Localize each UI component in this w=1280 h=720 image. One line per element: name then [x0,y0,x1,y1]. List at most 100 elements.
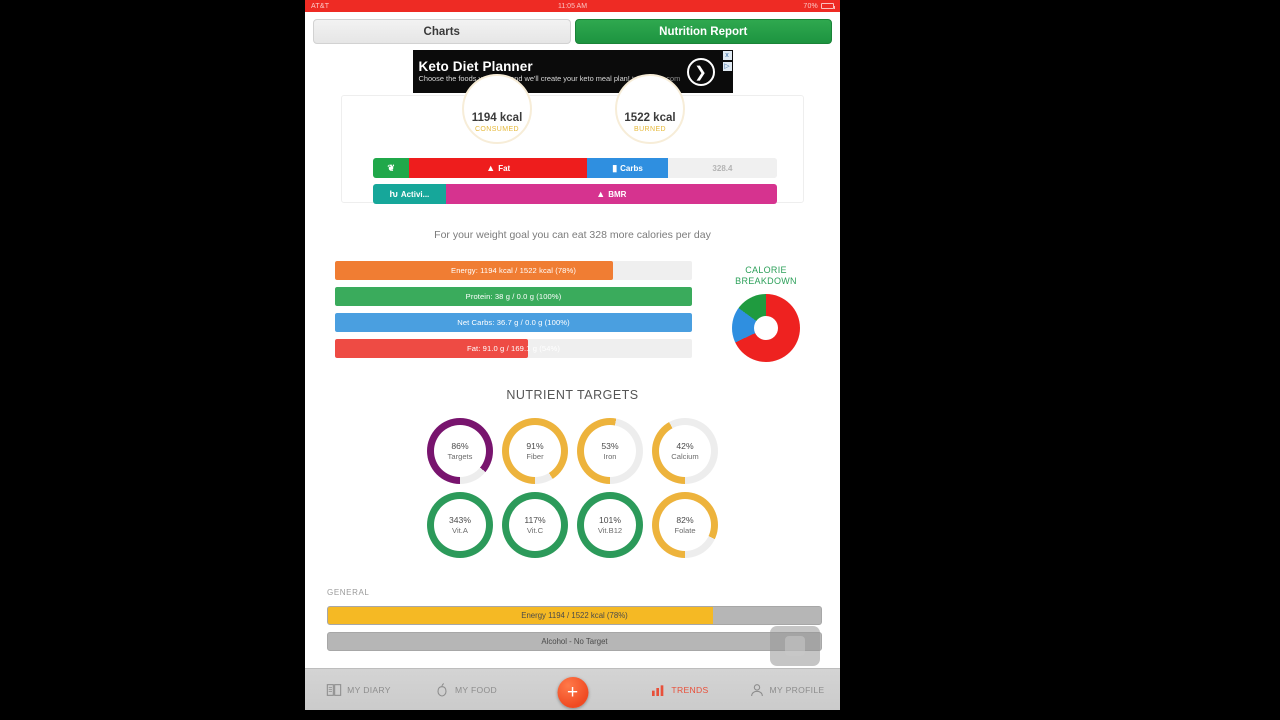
calorie-breakdown-title: CALORIE BREAKDOWN [735,265,797,287]
macro-segment-fat: ▲ Fat [409,158,588,178]
macro-segment-activity: ƕ Activi... [373,184,446,204]
nutrient-target-cell: 343% Vit.A [423,492,498,558]
macro-segment-label: BMR [608,189,627,199]
macro-bar-fat-label: Fat: 91.0 g / 169.1 g (54%) [466,344,561,353]
macro-segment-label: Fat [498,163,511,173]
nutrient-ring-name: Fiber [526,451,544,461]
book-icon [326,683,342,696]
macro-bar-net-carbs[interactable]: Net Carbs: 36.7 g / 0.0 g (100%) [335,313,692,332]
tab-nutrition-report[interactable]: Nutrition Report [574,19,832,44]
nutrient-ring-name: Vit.A [452,525,468,535]
general-section-header: GENERAL [327,588,370,597]
nutrient-ring-labels: 82% Folate [674,515,695,536]
nutrient-ring-percent: 82% [676,514,694,525]
nutrient-ring-vitb12[interactable]: 101% Vit.B12 [577,492,643,558]
tab-charts[interactable]: Charts [313,19,571,44]
status-bar-time: 11:05 AM [557,2,588,10]
macro-bar-energy-label: Energy: 1194 kcal / 1522 kcal (78%) [451,266,576,275]
nutrient-ring-folate[interactable]: 82% Folate [652,492,718,558]
consumed-value: 1194 kcal [471,112,523,124]
nutrient-target-cell: 53% Iron [573,418,648,484]
goal-note: For your weight goal you can eat 328 mor… [434,229,711,241]
burned-value: 1522 kcal [624,112,676,124]
ad-badges: x ▷ [722,51,732,71]
nutrient-target-cell: 101% Vit.B12 [573,492,648,558]
nutrient-ring-name: Vit.B12 [597,525,623,535]
droplet-icon: ▮ [612,162,618,173]
battery-icon [821,3,835,9]
tab-my-profile[interactable]: MY PROFILE [733,669,840,710]
ad-title: Keto Diet Planner [418,59,533,75]
calorie-breakdown-widget: CALORIE BREAKDOWN [710,261,822,362]
macro-progress-list: Energy: 1194 kcal / 1522 kcal (78%) Prote… [335,261,710,365]
nutrient-ring-vitc[interactable]: 117% Vit.C [502,492,568,558]
macro-segment-carbs: ▮ Carbs [587,158,668,178]
nutrient-targets-grid: 86% Targets 91% Fiber 53% Iron 42% Calcium 343% V… [423,418,723,558]
nutrient-ring-targets[interactable]: 86% Targets [427,418,493,484]
person-icon: ƕ [389,188,398,199]
macro-bar-protein[interactable]: Protein: 38 g / 0.0 g (100%) [335,287,692,306]
apple-icon [437,682,447,697]
screen: AT&T 11:05 AM 70% Charts Nutrition Repor… [0,0,1280,720]
chevron-right-icon[interactable]: ❯ [686,57,715,86]
burned-label: BURNED [634,126,666,133]
nutrient-ring-labels: 91% Fiber [526,441,543,462]
macro-segment-remaining: 328.4 [667,158,777,178]
macro-segment-label: Carbs [620,163,643,173]
tab-trends-label: TRENDS [671,684,709,695]
macro-segment-protein: ❦ [373,158,410,178]
nutrient-ring-name: Iron [603,451,617,461]
bottom-tab-bar: MY DIARY MY FOOD TRENDS MY PROFILE + [305,668,840,710]
status-bar: AT&T 11:05 AM 70% [305,0,840,12]
nutrient-ring-name: Vit.C [526,525,544,535]
macro-segment-bmr: ▲ BMR [445,184,777,204]
nutrient-ring-vita[interactable]: 343% Vit.A [427,492,493,558]
calorie-summary-card: 1194 kcal CONSUMED 1522 kcal BURNED ❦ ▲ Fa… [341,74,804,204]
nutrient-ring-name: Folate [674,525,696,535]
add-entry-button[interactable]: + [557,677,588,708]
nutrient-target-cell: 82% Folate [648,492,723,558]
close-icon[interactable]: x [722,51,732,60]
leaf-icon: ❦ [387,162,395,173]
ad-body-text: Choose the foods you love, and we'll cre… [418,74,630,84]
nutrient-ring-calcium[interactable]: 42% Calcium [652,418,718,484]
nutrient-target-cell: 42% Calcium [648,418,723,484]
plus-icon: + [566,682,579,703]
ad-info-icon[interactable]: ▷ [722,62,732,71]
nutrient-ring-labels: 53% Iron [601,441,618,462]
burned-ring: 1522 kcal BURNED [615,74,685,144]
nutrient-ring-labels: 42% Calcium [671,441,698,462]
burn-macro-bar: ƕ Activi... ▲ BMR [373,184,777,204]
nutrient-ring-labels: 101% Vit.B12 [598,515,622,536]
macro-bar-net-carbs-label: Net Carbs: 36.7 g / 0.0 g (100%) [457,318,570,327]
nutrient-target-cell: 117% Vit.C [498,492,573,558]
flame-icon: ▲ [486,162,496,173]
nutrient-ring-labels: 86% Targets [448,441,473,462]
ad-banner-container: Keto Diet Planner Choose the foods you l… [305,50,840,93]
tab-my-food-label: MY FOOD [454,684,498,695]
nutrient-ring-iron[interactable]: 53% Iron [577,418,643,484]
nutrient-ring-percent: 101% [599,514,621,525]
nutrient-ring-name: Targets [447,451,473,461]
tab-my-food[interactable]: MY FOOD [412,669,519,710]
person-icon [750,683,763,696]
nutrient-ring-percent: 91% [526,440,544,451]
macro-bar-energy[interactable]: Energy: 1194 kcal / 1522 kcal (78%) [335,261,692,280]
calorie-breakdown-title-line2: BREAKDOWN [735,276,797,286]
screen-recording-overlay [770,626,820,666]
calorie-breakdown-title-line1: CALORIE [745,265,787,275]
intake-macro-bar: ❦ ▲ Fat ▮ Carbs 328.4 [373,158,777,178]
macro-bar-protein-label: Protein: 38 g / 0.0 g (100%) [465,292,562,301]
general-row-energy[interactable]: Energy 1194 / 1522 kcal (78%) [327,606,822,625]
macro-segment-label: Activi... [400,189,430,199]
macro-bar-fat[interactable]: Fat: 91.0 g / 169.1 g (54%) [335,339,692,358]
consumed-ring: 1194 kcal CONSUMED [462,74,532,144]
nutrient-ring-percent: 117% [524,514,546,525]
bar-chart-icon [652,684,664,696]
general-row-energy-label: Energy 1194 / 1522 kcal (78%) [521,611,628,620]
nutrient-ring-fiber[interactable]: 91% Fiber [502,418,568,484]
tab-trends[interactable]: TRENDS [626,669,733,710]
tab-my-diary[interactable]: MY DIARY [305,669,412,710]
general-row-alcohol[interactable]: Alcohol - No Target [327,632,822,651]
ad-banner[interactable]: Keto Diet Planner Choose the foods you l… [412,50,733,93]
